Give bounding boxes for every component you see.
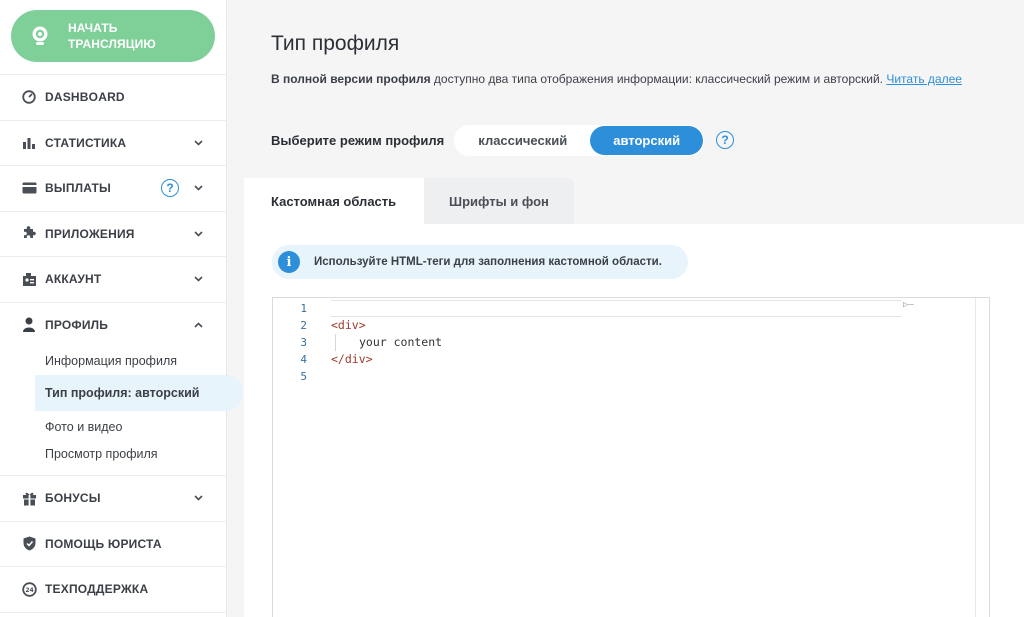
sidebar-menu: DASHBOARD СТАТИСТИКА ВЫПЛАТЫ ? ПРИЛОЖЕНИ…: [0, 74, 243, 613]
code-line: </div>: [331, 352, 373, 366]
hint-text: Используйте HTML-теги для заполнения кас…: [314, 256, 662, 268]
sidebar-item-payouts[interactable]: ВЫПЛАТЫ ?: [0, 165, 227, 211]
description-bold: В полной версии профиля: [271, 72, 431, 86]
tab-custom-area[interactable]: Кастомная область: [244, 178, 424, 225]
mode-option-classic[interactable]: классический: [455, 126, 590, 155]
tab-panel: i Используйте HTML-теги для заполнения к…: [244, 224, 1024, 617]
indent-guide: [335, 334, 359, 351]
sidebar-item-label: ПОМОЩЬ ЮРИСТА: [45, 536, 162, 551]
start-stream-label: НАЧАТЬ ТРАНСЛЯЦИЮ: [68, 21, 156, 51]
editor-code[interactable]: <div> your content </div>: [331, 300, 901, 385]
fold-marker-icon: ▷—: [903, 300, 914, 310]
mode-option-author[interactable]: авторский: [590, 125, 704, 155]
sidebar-item-account[interactable]: АККАУНТ: [0, 256, 227, 302]
profile-mode-label: Выберите режим профиля: [271, 132, 445, 148]
read-more-link[interactable]: Читать далее: [886, 72, 962, 86]
profile-submenu: Информация профиля Тип профиля: авторски…: [0, 347, 243, 475]
user-icon: [21, 317, 37, 333]
code-line: [331, 300, 901, 317]
editor-gutter: 1 2 3 4 5: [273, 298, 313, 617]
editor-scrollbar[interactable]: [975, 298, 989, 617]
svg-text:24: 24: [25, 587, 33, 594]
start-stream-button[interactable]: НАЧАТЬ ТРАНСЛЯЦИЮ: [11, 10, 215, 62]
sidebar-item-label: ПРИЛОЖЕНИЯ: [45, 226, 135, 241]
sidebar-item-apps[interactable]: ПРИЛОЖЕНИЯ: [0, 210, 227, 257]
chevron-down-icon: [193, 274, 203, 284]
submenu-profile-info[interactable]: Информация профиля: [0, 347, 227, 374]
card-icon: [21, 180, 37, 196]
chevron-down-icon: [193, 229, 203, 239]
submenu-profile-type[interactable]: Тип профиля: авторский: [35, 375, 243, 411]
sidebar: НАЧАТЬ ТРАНСЛЯЦИЮ DASHBOARD СТАТИСТИКА В…: [0, 0, 243, 617]
info-icon: i: [278, 251, 300, 273]
sidebar-item-support[interactable]: 24 ТЕХПОДДЕРЖКА: [0, 566, 227, 612]
account-icon: [21, 271, 37, 287]
sidebar-item-label: ТЕХПОДДЕРЖКА: [45, 582, 149, 597]
sidebar-item-dashboard[interactable]: DASHBOARD: [0, 74, 227, 120]
main-content: Тип профиля В полной версии профиля дост…: [227, 0, 1024, 617]
code-line: <div>: [331, 318, 366, 332]
line-number: 1: [300, 302, 307, 315]
code-line: your content: [331, 334, 901, 351]
line-number: 2: [300, 319, 307, 332]
sidebar-item-label: АККАУНТ: [45, 272, 102, 287]
line-number: 3: [300, 336, 307, 349]
sidebar-item-label: БОНУСЫ: [45, 491, 101, 506]
sidebar-item-label: СТАТИСТИКА: [45, 135, 127, 150]
tab-fonts-background[interactable]: Шрифты и фон: [424, 178, 574, 225]
sidebar-item-label: ВЫПЛАТЫ: [45, 181, 112, 196]
sidebar-item-label: DASHBOARD: [45, 90, 125, 105]
sidebar-item-label: ПРОФИЛЬ: [45, 317, 109, 332]
line-number: 5: [300, 370, 307, 383]
chevron-down-icon: [193, 138, 203, 148]
profile-mode-toggle: классический авторский: [454, 124, 705, 156]
submenu-profile-preview[interactable]: Просмотр профиля: [0, 440, 227, 467]
code-editor[interactable]: 1 2 3 4 5 <div> your content </div> ▷—: [272, 297, 990, 617]
sidebar-item-bonuses[interactable]: БОНУСЫ: [0, 475, 227, 521]
page-title: Тип профиля: [271, 32, 400, 55]
sidebar-item-profile[interactable]: ПРОФИЛЬ: [0, 301, 227, 348]
page-description: В полной версии профиля доступно два тип…: [271, 70, 991, 89]
chevron-down-icon: [193, 183, 203, 193]
webcam-icon: [29, 25, 51, 47]
help-icon[interactable]: ?: [161, 179, 179, 198]
sidebar-item-lawyer[interactable]: ПОМОЩЬ ЮРИСТА: [0, 520, 227, 567]
gift-icon: [21, 490, 37, 506]
support-24-icon: 24: [21, 581, 37, 597]
line-number: 4: [300, 353, 307, 366]
profile-mode-row: Выберите режим профиля классический авто…: [271, 124, 735, 156]
help-icon[interactable]: ?: [716, 131, 735, 149]
puzzle-icon: [21, 226, 37, 242]
dashboard-icon: [21, 89, 37, 105]
bar-chart-icon: [21, 135, 37, 151]
tabs: Кастомная область Шрифты и фон: [244, 178, 574, 225]
sidebar-item-statistics[interactable]: СТАТИСТИКА: [0, 119, 227, 166]
submenu-photo-video[interactable]: Фото и видео: [0, 413, 227, 440]
shield-icon: [21, 536, 37, 552]
sidebar-divider: [0, 611, 227, 613]
code-text: your content: [359, 335, 443, 349]
chevron-down-icon: [193, 493, 203, 503]
description-text: доступно два типа отображения информации…: [430, 72, 887, 86]
info-hint: i Используйте HTML-теги для заполнения к…: [272, 245, 688, 279]
chevron-up-icon: [193, 320, 203, 330]
